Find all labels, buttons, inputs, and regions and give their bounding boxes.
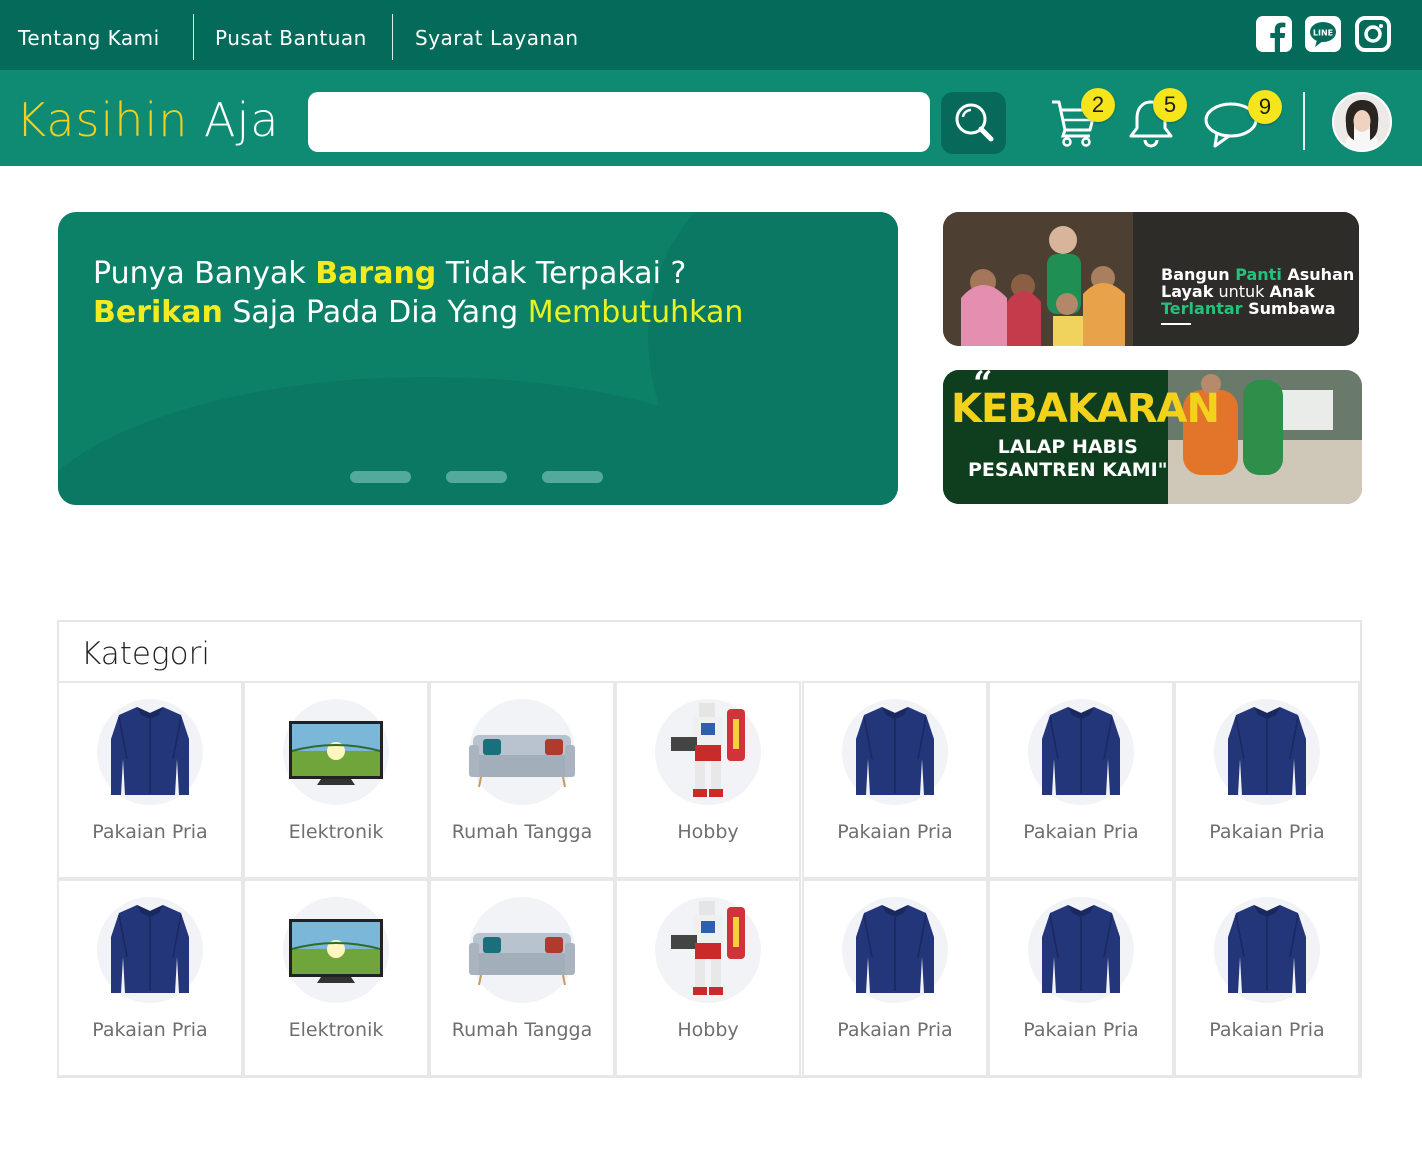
search-input[interactable] bbox=[308, 92, 930, 152]
category-label: Pakaian Pria bbox=[1023, 1019, 1139, 1041]
category-item[interactable]: Pakaian Pria bbox=[57, 681, 243, 879]
search-icon bbox=[955, 103, 994, 142]
category-item[interactable]: Elektronik bbox=[243, 681, 429, 879]
category-item[interactable]: Elektronik bbox=[243, 879, 429, 1077]
category-item[interactable]: Hobby bbox=[615, 879, 801, 1077]
category-item[interactable]: Pakaian Pria bbox=[1174, 681, 1360, 879]
cart-count-badge: 2 bbox=[1081, 88, 1115, 122]
hero-headline: Punya Banyak Barang Tidak Terpakai ? Ber… bbox=[93, 256, 744, 330]
main-header: Kasihin Aja 2 5 9 bbox=[0, 70, 1422, 166]
link-tentang-kami[interactable]: Tentang Kami bbox=[18, 0, 160, 70]
category-label: Pakaian Pria bbox=[837, 1019, 953, 1041]
category-title: Kategori bbox=[81, 636, 210, 672]
category-label: Pakaian Pria bbox=[92, 1019, 208, 1041]
category-item[interactable]: Pakaian Pria bbox=[802, 879, 988, 1077]
hero-banner[interactable]: Punya Banyak Barang Tidak Terpakai ? Ber… bbox=[58, 212, 898, 505]
header-divider bbox=[1303, 92, 1305, 150]
category-label: Hobby bbox=[677, 1019, 739, 1041]
shirt-icon bbox=[842, 699, 948, 805]
category-label: Elektronik bbox=[288, 821, 384, 843]
robot-toy-icon bbox=[655, 699, 761, 805]
link-syarat-layanan[interactable]: Syarat Layanan bbox=[415, 0, 579, 70]
shirt-icon bbox=[1028, 897, 1134, 1003]
category-item[interactable]: Pakaian Pria bbox=[988, 879, 1174, 1077]
carousel-dot-2[interactable] bbox=[446, 471, 507, 483]
facebook-icon[interactable] bbox=[1256, 16, 1292, 52]
sofa-icon bbox=[469, 897, 575, 1003]
instagram-icon[interactable] bbox=[1355, 16, 1391, 52]
side-banner-panti-asuhan[interactable]: Bangun Panti Asuhan Layak untuk Anak Ter… bbox=[943, 212, 1359, 346]
category-label: Pakaian Pria bbox=[1209, 821, 1325, 843]
category-label: Hobby bbox=[677, 821, 739, 843]
site-logo[interactable]: Kasihin Aja bbox=[16, 92, 279, 148]
link-pusat-bantuan[interactable]: Pusat Bantuan bbox=[215, 0, 367, 70]
user-avatar[interactable] bbox=[1332, 92, 1392, 152]
svg-text:LINE: LINE bbox=[1313, 29, 1333, 38]
side-banner-1-underline bbox=[1161, 323, 1191, 325]
category-label: Elektronik bbox=[288, 1019, 384, 1041]
search-button[interactable] bbox=[941, 92, 1006, 154]
line-icon[interactable]: LINE bbox=[1305, 16, 1341, 52]
robot-toy-icon bbox=[655, 897, 761, 1003]
category-item[interactable]: Pakaian Pria bbox=[57, 879, 243, 1077]
category-item[interactable]: Rumah Tangga bbox=[429, 681, 615, 879]
carousel-dot-3[interactable] bbox=[542, 471, 603, 483]
tv-icon bbox=[283, 897, 389, 1003]
shirt-icon bbox=[97, 897, 203, 1003]
side-banner-2-subtitle: LALAP HABIS PESANTREN KAMI" bbox=[968, 436, 1168, 481]
shirt-icon bbox=[842, 897, 948, 1003]
category-item[interactable]: Rumah Tangga bbox=[429, 879, 615, 1077]
category-item[interactable]: Hobby bbox=[615, 681, 801, 879]
divider bbox=[392, 14, 393, 60]
category-label: Rumah Tangga bbox=[451, 821, 593, 843]
shirt-icon bbox=[97, 699, 203, 805]
carousel-dot-1[interactable] bbox=[350, 471, 411, 483]
category-label: Rumah Tangga bbox=[451, 1019, 593, 1041]
category-item[interactable]: Pakaian Pria bbox=[1174, 879, 1360, 1077]
message-count-badge: 9 bbox=[1248, 90, 1282, 124]
shirt-icon bbox=[1214, 699, 1320, 805]
top-bar: Tentang Kami Pusat Bantuan Syarat Layana… bbox=[0, 0, 1422, 70]
category-label: Pakaian Pria bbox=[837, 821, 953, 843]
divider bbox=[193, 14, 194, 60]
tv-icon bbox=[283, 699, 389, 805]
category-item[interactable]: Pakaian Pria bbox=[802, 681, 988, 879]
category-label: Pakaian Pria bbox=[92, 821, 208, 843]
category-label: Pakaian Pria bbox=[1209, 1019, 1325, 1041]
shirt-icon bbox=[1028, 699, 1134, 805]
side-banner-1-text: Bangun Panti Asuhan Layak untuk Anak Ter… bbox=[1161, 265, 1355, 318]
category-item[interactable]: Pakaian Pria bbox=[988, 681, 1174, 879]
sofa-icon bbox=[469, 699, 575, 805]
shirt-icon bbox=[1214, 897, 1320, 1003]
side-banner-kebakaran[interactable]: “ KEBAKARAN LALAP HABIS PESANTREN KAMI" bbox=[943, 370, 1362, 504]
category-label: Pakaian Pria bbox=[1023, 821, 1139, 843]
notification-count-badge: 5 bbox=[1153, 88, 1187, 122]
side-banner-2-title: KEBAKARAN bbox=[951, 386, 1220, 432]
